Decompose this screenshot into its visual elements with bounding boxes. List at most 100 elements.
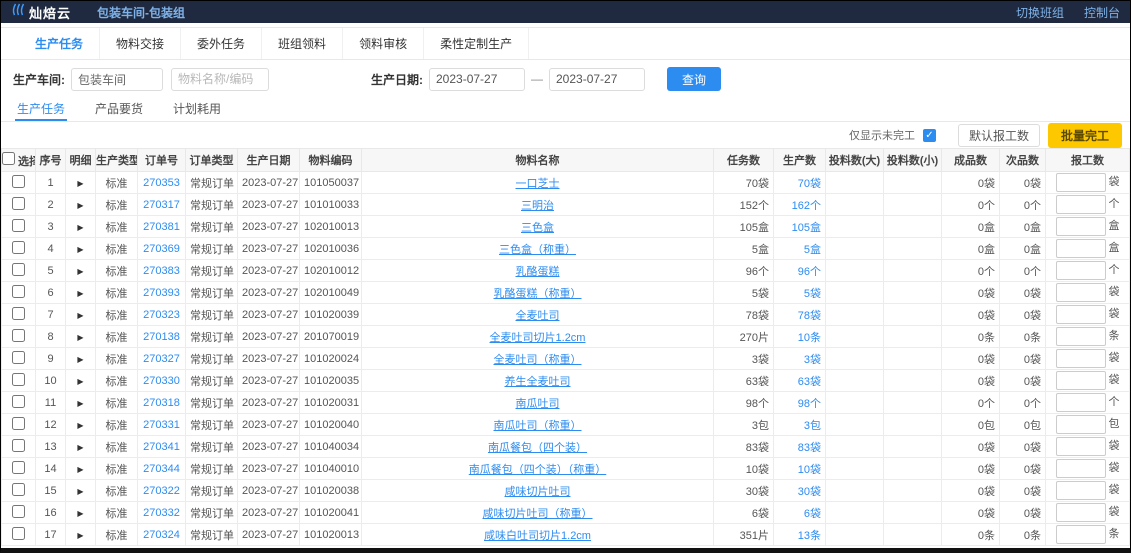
material-name-link[interactable]: 南瓜餐包（四个装） bbox=[488, 442, 587, 454]
row-select-checkbox[interactable] bbox=[12, 351, 25, 364]
material-name-link[interactable]: 全麦吐司切片1.2cm bbox=[490, 332, 586, 344]
material-search-input[interactable] bbox=[171, 68, 269, 91]
order-no-link[interactable]: 270331 bbox=[138, 414, 186, 436]
material-name-link[interactable]: 咸味切片吐司 bbox=[505, 486, 571, 498]
order-no-link[interactable]: 270383 bbox=[138, 260, 186, 282]
produced-qty-cell[interactable]: 5袋 bbox=[774, 282, 826, 304]
expand-arrow-icon[interactable]: ▶ bbox=[77, 267, 83, 276]
order-no-link[interactable]: 270353 bbox=[138, 172, 186, 194]
expand-arrow-icon[interactable]: ▶ bbox=[77, 377, 83, 386]
order-no-link[interactable]: 270344 bbox=[138, 458, 186, 480]
produced-qty-cell[interactable]: 83袋 bbox=[774, 436, 826, 458]
order-no-link[interactable]: 270393 bbox=[138, 282, 186, 304]
row-select-checkbox[interactable] bbox=[12, 527, 25, 540]
expand-arrow-icon[interactable]: ▶ bbox=[77, 333, 83, 342]
report-qty-input[interactable] bbox=[1056, 349, 1106, 368]
order-no-link[interactable]: 270318 bbox=[138, 392, 186, 414]
material-name-link[interactable]: 咸味切片吐司（称重） bbox=[483, 508, 593, 520]
report-qty-input[interactable] bbox=[1056, 459, 1106, 478]
switch-team-link[interactable]: 切换班组 bbox=[1016, 4, 1064, 21]
expand-arrow-icon[interactable]: ▶ bbox=[77, 421, 83, 430]
material-name-link[interactable]: 乳酪蛋糕 bbox=[516, 266, 560, 278]
material-name-link[interactable]: 三明治 bbox=[521, 200, 554, 212]
produced-qty-cell[interactable]: 6袋 bbox=[774, 502, 826, 524]
report-qty-input[interactable] bbox=[1056, 261, 1106, 280]
row-select-checkbox[interactable] bbox=[12, 241, 25, 254]
report-qty-input[interactable] bbox=[1056, 327, 1106, 346]
order-no-link[interactable]: 270323 bbox=[138, 304, 186, 326]
material-name-link[interactable]: 南瓜吐司（称重） bbox=[494, 420, 582, 432]
order-no-link[interactable]: 270381 bbox=[138, 216, 186, 238]
tab-领料审核[interactable]: 领料审核 bbox=[343, 28, 424, 59]
order-no-link[interactable]: 270369 bbox=[138, 238, 186, 260]
produced-qty-cell[interactable]: 3包 bbox=[774, 414, 826, 436]
tab-生产任务[interactable]: 生产任务 bbox=[19, 28, 100, 59]
produced-qty-cell[interactable]: 63袋 bbox=[774, 370, 826, 392]
row-select-checkbox[interactable] bbox=[12, 439, 25, 452]
report-qty-input[interactable] bbox=[1056, 305, 1106, 324]
order-no-link[interactable]: 270322 bbox=[138, 480, 186, 502]
report-qty-input[interactable] bbox=[1056, 415, 1106, 434]
row-select-checkbox[interactable] bbox=[12, 329, 25, 342]
order-no-link[interactable]: 270327 bbox=[138, 348, 186, 370]
row-select-checkbox[interactable] bbox=[12, 219, 25, 232]
row-select-checkbox[interactable] bbox=[12, 307, 25, 320]
material-name-link[interactable]: 三色盒 bbox=[521, 222, 554, 234]
expand-arrow-icon[interactable]: ▶ bbox=[77, 179, 83, 188]
tab-班组领料[interactable]: 班组领料 bbox=[262, 28, 343, 59]
workshop-select[interactable]: 包装车间 bbox=[71, 68, 163, 91]
tab-物料交接[interactable]: 物料交接 bbox=[100, 28, 181, 59]
material-name-link[interactable]: 全麦吐司 bbox=[516, 310, 560, 322]
report-qty-input[interactable] bbox=[1056, 371, 1106, 390]
material-name-link[interactable]: 南瓜吐司 bbox=[516, 398, 560, 410]
order-no-link[interactable]: 270317 bbox=[138, 194, 186, 216]
order-no-link[interactable]: 270324 bbox=[138, 524, 186, 546]
expand-arrow-icon[interactable]: ▶ bbox=[77, 465, 83, 474]
expand-arrow-icon[interactable]: ▶ bbox=[77, 399, 83, 408]
row-select-checkbox[interactable] bbox=[12, 175, 25, 188]
expand-arrow-icon[interactable]: ▶ bbox=[77, 531, 83, 540]
order-no-link[interactable]: 270330 bbox=[138, 370, 186, 392]
report-qty-input[interactable] bbox=[1056, 173, 1106, 192]
row-select-checkbox[interactable] bbox=[12, 483, 25, 496]
expand-arrow-icon[interactable]: ▶ bbox=[77, 443, 83, 452]
expand-arrow-icon[interactable]: ▶ bbox=[77, 509, 83, 518]
row-select-checkbox[interactable] bbox=[12, 395, 25, 408]
report-qty-input[interactable] bbox=[1056, 525, 1106, 544]
report-qty-input[interactable] bbox=[1056, 195, 1106, 214]
report-qty-input[interactable] bbox=[1056, 481, 1106, 500]
produced-qty-cell[interactable]: 105盒 bbox=[774, 216, 826, 238]
default-report-qty-button[interactable]: 默认报工数 bbox=[958, 124, 1040, 147]
produced-qty-cell[interactable]: 3袋 bbox=[774, 348, 826, 370]
order-no-link[interactable]: 270341 bbox=[138, 436, 186, 458]
produced-qty-cell[interactable]: 96个 bbox=[774, 260, 826, 282]
search-button[interactable]: 查询 bbox=[667, 67, 721, 91]
material-name-link[interactable]: 养生全麦吐司 bbox=[505, 376, 571, 388]
order-no-link[interactable]: 270332 bbox=[138, 502, 186, 524]
report-qty-input[interactable] bbox=[1056, 239, 1106, 258]
batch-finish-button[interactable]: 批量完工 bbox=[1048, 123, 1122, 148]
subtab-生产任务[interactable]: 生产任务 bbox=[15, 97, 67, 121]
select-all-checkbox[interactable] bbox=[2, 152, 15, 165]
row-select-checkbox[interactable] bbox=[12, 461, 25, 474]
row-select-checkbox[interactable] bbox=[12, 417, 25, 430]
report-qty-input[interactable] bbox=[1056, 283, 1106, 302]
material-name-link[interactable]: 全麦吐司（称重） bbox=[494, 354, 582, 366]
show-unfinished-checkbox[interactable]: ✓ bbox=[923, 129, 936, 142]
order-no-link[interactable]: 270138 bbox=[138, 326, 186, 348]
tab-委外任务[interactable]: 委外任务 bbox=[181, 28, 262, 59]
expand-arrow-icon[interactable]: ▶ bbox=[77, 201, 83, 210]
produced-qty-cell[interactable]: 70袋 bbox=[774, 172, 826, 194]
produced-qty-cell[interactable]: 10袋 bbox=[774, 458, 826, 480]
subtab-产品要货[interactable]: 产品要货 bbox=[93, 97, 145, 121]
date-from-input[interactable] bbox=[429, 68, 525, 91]
material-name-link[interactable]: 南瓜餐包（四个装）（称重） bbox=[469, 464, 607, 476]
subtab-计划耗用[interactable]: 计划耗用 bbox=[171, 97, 223, 121]
date-to-input[interactable] bbox=[549, 68, 645, 91]
produced-qty-cell[interactable]: 162个 bbox=[774, 194, 826, 216]
expand-arrow-icon[interactable]: ▶ bbox=[77, 311, 83, 320]
row-select-checkbox[interactable] bbox=[12, 373, 25, 386]
produced-qty-cell[interactable]: 30袋 bbox=[774, 480, 826, 502]
material-name-link[interactable]: 乳酪蛋糕（称重） bbox=[494, 288, 582, 300]
report-qty-input[interactable] bbox=[1056, 393, 1106, 412]
